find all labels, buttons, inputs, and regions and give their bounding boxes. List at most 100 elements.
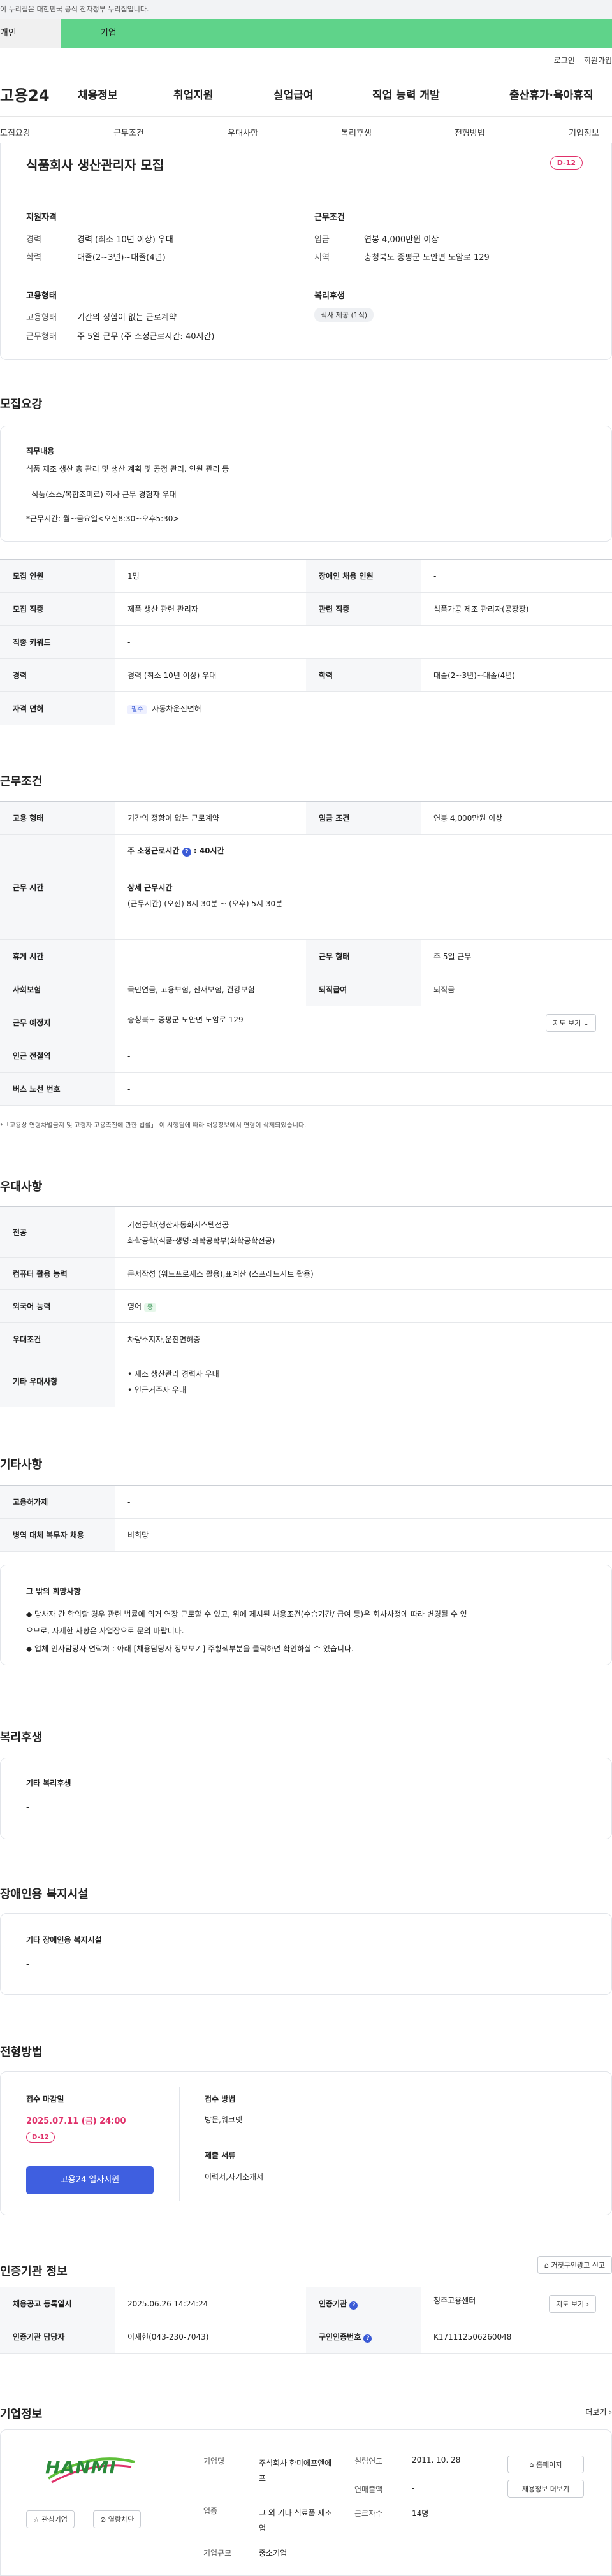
gnb-item-jobs[interactable]: 채용정보 <box>78 86 173 102</box>
gnb-item-employment-support[interactable]: 취업지원 <box>173 86 273 102</box>
bus-value: - <box>115 1072 612 1106</box>
site-logo[interactable]: 고용24 <box>0 83 78 105</box>
method-title: 접수 방법 <box>205 2095 236 2104</box>
hours-detail-title: 상세 근무시간 <box>127 883 173 892</box>
tab-preference[interactable]: 우대사항 <box>228 126 258 138</box>
disability-box-title: 기타 장애인용 복지시설 <box>26 1936 102 1944</box>
wish-heading: 그 밖의 희망사항 <box>26 1587 81 1596</box>
gnb-item-training[interactable]: 직업 능력 개발 <box>372 86 509 102</box>
table-row: 외국어 능력 영어 중 <box>0 1289 612 1323</box>
scale-value: 중소기업 <box>259 2549 288 2558</box>
sales-label: 연매출액 <box>354 2485 383 2494</box>
global-nav: 고용24 채용정보 취업지원 실업급여 직업 능력 개발 출산휴가·육아휴직 <box>0 72 612 117</box>
company-logo: HANMI <box>39 2448 141 2486</box>
manager-label: 인증기관 담당자 <box>0 2320 115 2354</box>
industry-label: 업종 <box>203 2507 218 2515</box>
more-link[interactable]: 더보기 › <box>585 2406 612 2417</box>
major-1: 기전공학(생산자동화시스템전공 <box>127 1220 229 1229</box>
shape-label: 근무 형태 <box>306 939 421 973</box>
info-icon[interactable]: ? <box>182 848 191 857</box>
reg-label-text: 구인인증번호 <box>319 2332 361 2341</box>
major-2: 화학공학(식품·생명·화학공학부(화학공학전공) <box>127 1236 275 1245</box>
insurance-label: 사회보험 <box>0 973 115 1006</box>
tab-company[interactable]: 기업 <box>61 19 612 48</box>
company-section-title: 기업정보 <box>0 2408 43 2421</box>
staff-value: 14명 <box>412 2509 429 2518</box>
apply-button[interactable]: 고용24 입사지원 <box>26 2166 154 2194</box>
other-section-title: 기타사항 <box>0 1458 43 1472</box>
tab-recruit[interactable]: 모집요강 <box>0 126 31 138</box>
other-wish-box: 그 밖의 희망사항 ◆ 당사자 간 합의할 경우 관련 법률에 의거 연장 근로… <box>0 1565 612 1665</box>
wage-label: 임금 <box>314 235 330 245</box>
gnb-item-unemployment[interactable]: 실업급여 <box>273 86 372 102</box>
conditions-table: 고용 형태 기간의 정함이 없는 근로계약 임금 조건 연봉 4,000만원 이… <box>0 801 612 1106</box>
date-label: 채용공고 등록일시 <box>0 2287 115 2320</box>
license-value: 필수 자동차운전면허 <box>115 691 612 725</box>
table-label: 모집 인원 <box>0 559 115 593</box>
login-link[interactable]: 로그인 <box>554 55 575 66</box>
table-value: 제품 생산 관련 관리자 <box>115 592 306 626</box>
agency-label-text: 인증기관 <box>319 2299 347 2308</box>
table-row: 근무 예정지 충청북도 증평군 도안면 노암로 129 지도 보기 ⌄ <box>0 1006 612 1039</box>
report-button[interactable]: ⌂ 거짓구인광고 신고 <box>537 2256 612 2274</box>
lang-level-tag: 중 <box>143 1303 157 1312</box>
etc-1: • 제조 생산관리 경력자 우대 <box>127 1369 219 1378</box>
table-value: 1명 <box>115 559 306 593</box>
welfare-box-value: - <box>26 1803 29 1813</box>
tab-welfare[interactable]: 복리후생 <box>341 126 372 138</box>
emp-permit-label: 고용허가제 <box>0 1485 115 1519</box>
duty-line-3: *근무시간: 월~금요일<오전8:30~오후5:30> <box>26 514 180 523</box>
bus-label: 버스 노선 번호 <box>0 1072 115 1106</box>
etc-value: • 제조 생산관리 경력자 우대 • 인근거주자 우대 <box>115 1356 612 1407</box>
rest-label: 휴게 시간 <box>0 939 115 973</box>
tab-company-label: 기업 <box>100 28 117 38</box>
table-row: 모집 직종 제품 생산 관련 관리자 관련 직종 식품가공 제조 관리자(공장장… <box>0 592 612 626</box>
cond-label: 우대조건 <box>0 1322 115 1356</box>
emp-permit-value: - <box>115 1485 612 1519</box>
join-link[interactable]: 회원가입 <box>584 55 612 66</box>
emp-type-value: 기간의 정함이 없는 근로계약 <box>77 313 177 322</box>
tab-conditions[interactable]: 근무조건 <box>113 126 144 138</box>
star-icon: ☆ <box>33 2515 40 2524</box>
hours-week-label: 주 소정근로시간 <box>127 846 180 855</box>
more-jobs-button[interactable]: 채용정보 더보기 <box>507 2480 584 2498</box>
info-icon[interactable]: ? <box>363 2334 372 2343</box>
wage-value: 연봉 4,000만원 이상 <box>364 235 439 245</box>
table-label: 관련 직종 <box>306 592 421 626</box>
fav-company-button[interactable]: ☆ 관심기업 <box>26 2510 75 2528</box>
table-row: 직종 키워드 - <box>0 625 612 659</box>
chevron-right-icon: › <box>586 2299 589 2308</box>
required-tag: 필수 <box>127 705 147 714</box>
homepage-button[interactable]: ⌂ 홈페이지 <box>507 2456 584 2473</box>
sales-value: - <box>412 2484 415 2493</box>
chevron-down-icon: ⌄ <box>583 1018 589 1027</box>
agency-map-button[interactable]: 지도 보기 › <box>549 2294 596 2313</box>
table-row: 기타 우대사항 • 제조 생산관리 경력자 우대 • 인근거주자 우대 <box>0 1356 612 1407</box>
tab-personal[interactable]: 개인 <box>0 19 61 48</box>
table-value: - <box>421 559 612 593</box>
table-row: 경력 경력 (최소 10년 이상) 우대 학력 대졸(2~3년)~대졸(4년) <box>0 658 612 692</box>
table-row: 사회보험 국민연금, 고용보험, 산재보험, 건강보험 퇴직급여 퇴직금 <box>0 973 612 1006</box>
table-label: 경력 <box>0 658 115 692</box>
table-row: 우대조건 차량소지자,운전면허증 <box>0 1322 612 1356</box>
founded-label: 설립연도 <box>354 2457 383 2466</box>
user-type-tabs: 개인 기업 <box>0 19 612 48</box>
block-company-button[interactable]: ⊘ 열람차단 <box>93 2510 142 2528</box>
recruit-table: 모집 인원 1명 장애인 채용 인원 - 모집 직종 제품 생산 관련 관리자 … <box>0 559 612 725</box>
tab-company-info[interactable]: 기업정보 <box>569 126 599 138</box>
pref-section-title: 우대사항 <box>0 1180 43 1194</box>
info-icon[interactable]: ? <box>349 2301 358 2310</box>
map-button[interactable]: 지도 보기 ⌄ <box>546 1013 596 1032</box>
disability-box: 기타 장애인용 복지시설 - <box>0 1913 612 1995</box>
deadline-value: 2025.07.11 (금) 24:00 <box>26 2117 126 2126</box>
work-shape-label: 근무형태 <box>26 332 57 342</box>
wish-line-3: ◆ 업체 인사담당자 연락처 : 아래 [채용담당자 정보보기] 주황색부분을 … <box>26 1644 354 1653</box>
industry-value: 그 외 기타 식료품 제조업 <box>259 2508 332 2533</box>
tab-selection[interactable]: 전형방법 <box>455 126 485 138</box>
block-button-label: 열람차단 <box>108 2515 135 2524</box>
pc-label: 컴퓨터 활용 능력 <box>0 1257 115 1290</box>
insurance-value: 국민연금, 고용보험, 산재보험, 건강보험 <box>115 973 306 1006</box>
retire-label: 퇴직급여 <box>306 973 421 1006</box>
gnb-item-leave[interactable]: 출산휴가·육아휴직 <box>509 86 594 102</box>
etc-label: 기타 우대사항 <box>0 1356 115 1407</box>
